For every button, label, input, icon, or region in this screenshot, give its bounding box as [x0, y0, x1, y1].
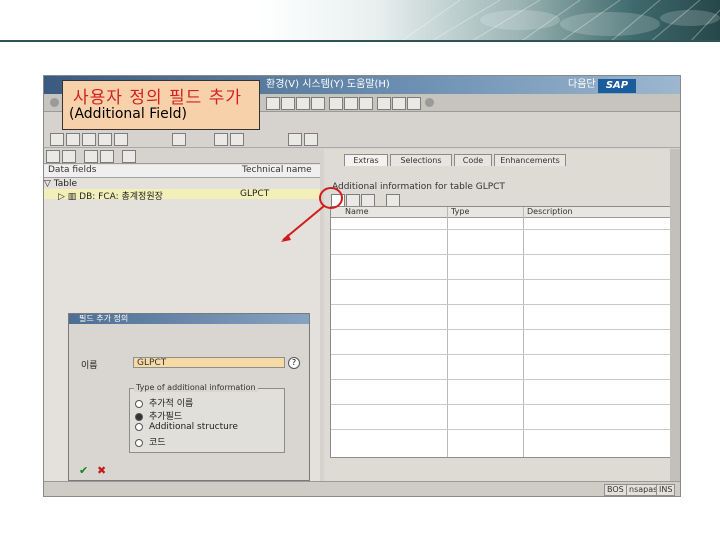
sap-logo: SAP [598, 79, 636, 93]
tab-extras[interactable]: Extras [344, 154, 388, 166]
grid-column-line [523, 207, 524, 457]
banner-decoration [399, 0, 720, 42]
header-banner [0, 0, 720, 42]
name-label: 이름 [81, 361, 98, 371]
banner-separator [0, 40, 720, 42]
right-pane: Extras Selections Code Enhancements Addi… [324, 149, 672, 481]
tab-selections[interactable]: Selections [390, 154, 452, 166]
tab-enhancements[interactable]: Enhancements [494, 154, 566, 166]
status-bar: BOS nsapas INS [44, 481, 680, 496]
option-label: 추가적 이름 [149, 399, 194, 409]
col-type: Type [451, 207, 470, 216]
prev-page-icon[interactable] [392, 97, 406, 110]
tree-col-technical: Technical name [242, 165, 312, 175]
grid-row-line [331, 404, 671, 405]
status-client: BOS [604, 484, 627, 496]
sap-menu-bar[interactable]: 환경(V) 시스템(Y) 도움말(H) [266, 76, 390, 94]
radio-icon [135, 422, 143, 431]
confirm-icon[interactable]: ✔ [79, 464, 88, 477]
grid-header: Name Type Description [331, 207, 671, 218]
sort-icon[interactable] [100, 150, 114, 163]
tree-col-object: Data fields [48, 165, 97, 175]
radio-option[interactable]: 코드 [135, 435, 166, 448]
grid-row-line [331, 279, 671, 280]
enter-icon[interactable] [50, 98, 59, 107]
check-icon[interactable] [82, 133, 96, 146]
expand-icon[interactable] [46, 150, 60, 163]
cancel-icon[interactable] [311, 97, 325, 110]
display-change-icon[interactable] [50, 133, 64, 146]
first-page-icon[interactable] [377, 97, 391, 110]
settings-icon[interactable] [122, 150, 136, 163]
radio-icon [135, 438, 143, 447]
dialog-title: 필드 추가 정의 [69, 314, 309, 324]
callout-title-en: (Additional Field) [69, 106, 187, 122]
radio-option[interactable]: 추가적 이름 [135, 396, 193, 409]
save-icon[interactable] [266, 97, 280, 110]
col-name: Name [345, 207, 369, 216]
grid-row-line [331, 429, 671, 430]
grid-row-line [331, 329, 671, 330]
find-next-icon[interactable] [359, 97, 373, 110]
tree-row-table[interactable]: ▽ Table [44, 179, 320, 189]
grid-column-line [447, 207, 448, 457]
radio-option[interactable]: 추가필드 [135, 409, 182, 422]
info-type-group: Type of additional information 추가적 이름 추가… [129, 383, 285, 453]
col-description: Description [527, 207, 573, 216]
activate-icon[interactable] [98, 133, 112, 146]
sap-title-right-text: 다음단 [568, 79, 596, 90]
radio-selected-icon [135, 412, 143, 421]
display-icon[interactable] [304, 133, 318, 146]
callout-title-ko: 사용자 정의 필드 추가 [73, 88, 242, 108]
find-icon[interactable] [344, 97, 358, 110]
group-title: Type of additional information [134, 383, 258, 392]
application-toolbar [44, 130, 680, 148]
sap-window: 환경(V) 시스템(Y) 도움말(H) 다음단 SAP Data fields … [43, 75, 681, 497]
option-label: Additional structure [149, 422, 238, 432]
tree-row-label: ▷ ▥ DB: FCA: 총계정원장 [58, 192, 163, 202]
tree-header: Data fields Technical name [44, 165, 320, 178]
fields-grid: Name Type Description [330, 206, 672, 458]
exit-icon[interactable] [296, 97, 310, 110]
tree-toolbar [44, 149, 320, 164]
grid-row-line [331, 304, 671, 305]
back-icon[interactable] [281, 97, 295, 110]
name-input[interactable]: GLPCT [133, 357, 285, 368]
callout-box: 사용자 정의 필드 추가 (Additional Field) [62, 80, 260, 130]
layout-icon[interactable] [214, 133, 228, 146]
filter-icon[interactable] [84, 150, 98, 163]
additional-info-text: Additional information for table GLPCT [332, 182, 505, 192]
help-icon[interactable]: ? [288, 357, 300, 369]
next-page-icon[interactable] [407, 97, 421, 110]
collapse-icon[interactable] [62, 150, 76, 163]
tree-row-label: ▽ Table [44, 179, 78, 189]
print-icon[interactable] [329, 97, 343, 110]
status-mode: INS [656, 484, 676, 496]
option-label: 코드 [149, 438, 166, 448]
other-object-icon[interactable] [66, 133, 80, 146]
left-pane: Data fields Technical name ▽ Table ▷ ▥ D… [44, 149, 320, 481]
grid-row-line [331, 229, 671, 230]
add-field-dialog: 필드 추가 정의 이름 GLPCT ? Type of additional i… [68, 313, 310, 481]
help-icon[interactable] [425, 98, 434, 107]
option-label: 추가필드 [149, 412, 183, 422]
window-icon[interactable] [288, 133, 302, 146]
field-icon[interactable] [172, 133, 186, 146]
vertical-scrollbar[interactable] [670, 149, 680, 481]
grid-row-line [331, 379, 671, 380]
grid-row-line [331, 254, 671, 255]
radio-icon [135, 399, 143, 408]
info-icon[interactable] [230, 133, 244, 146]
tree-row-glpct[interactable]: ▷ ▥ DB: FCA: 총계정원장 GLPCT [44, 189, 320, 202]
tab-code[interactable]: Code [454, 154, 492, 166]
cancel-icon[interactable]: ✖ [97, 464, 106, 477]
radio-option[interactable]: Additional structure [135, 422, 238, 432]
grid-row-line [331, 354, 671, 355]
tree-row-technical: GLPCT [240, 189, 270, 199]
where-used-icon[interactable] [114, 133, 128, 146]
